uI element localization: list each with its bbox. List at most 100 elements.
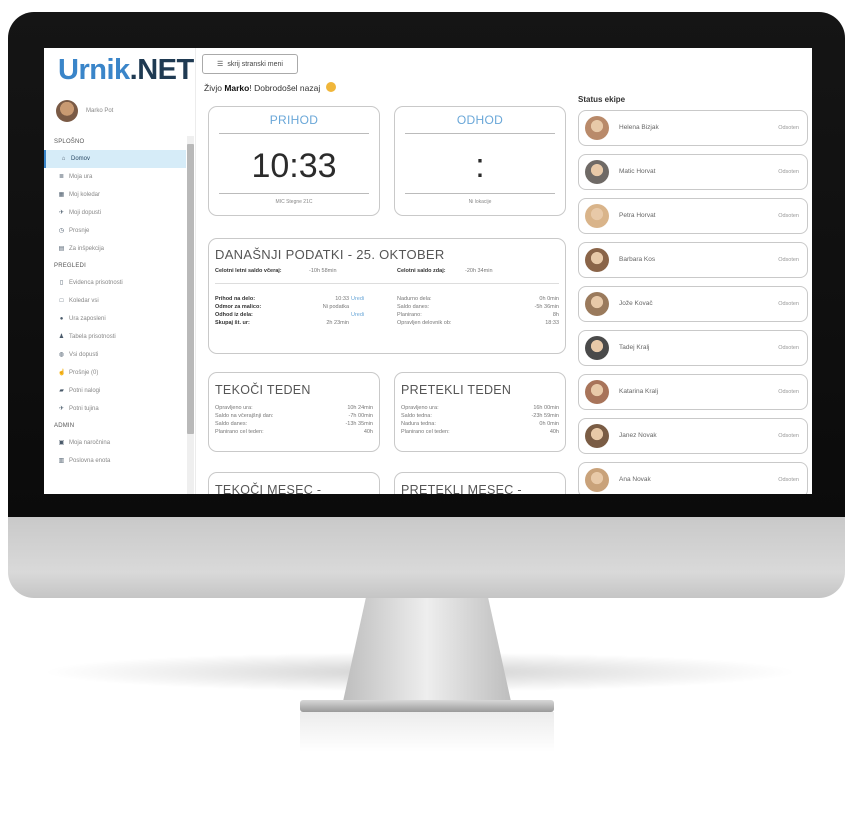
sidebar-item[interactable]: ✈ Moji dopusti <box>44 204 186 222</box>
week-row-label: Saldo danes: <box>215 421 248 427</box>
logo-text-urnik: Urnik <box>58 54 130 86</box>
avatar <box>585 424 609 448</box>
team-member-name: Matic Horvat <box>619 168 656 175</box>
current-week-title: TEKOČI TEDEN <box>215 383 311 397</box>
imac-monitor: Urnik.NET Marko Pot SPLOŠNO ⌂ Domov ≣ Moja u… <box>8 12 845 598</box>
drop-icon: ● <box>59 315 64 322</box>
team-member-name: Barbara Kos <box>619 256 656 263</box>
avatar <box>585 116 609 140</box>
sidebar-item[interactable]: ▥ Poslovna enota <box>44 452 186 470</box>
stand-reflection <box>300 712 554 752</box>
sidebar-item-label: Potni nalogi <box>69 388 101 394</box>
sidebar-item[interactable]: ⌂ Domov <box>44 150 186 168</box>
week-row-value: 10h 24min <box>347 405 373 411</box>
divider <box>215 283 559 284</box>
team-member-card[interactable]: Petra Horvat Odsoten <box>578 198 808 234</box>
avatar <box>585 468 609 492</box>
last-month-card: PRETEKLI MESEC - <box>394 472 566 494</box>
clock-icon: ◷ <box>58 227 65 234</box>
divider <box>219 193 369 194</box>
sidebar-item[interactable]: ▣ Moja naročnina <box>44 434 186 452</box>
sidebar-item[interactable]: ≣ Moja ura <box>44 168 186 186</box>
team-member-card[interactable]: Helena Bizjak Odsoten <box>578 110 808 146</box>
clock-in-card[interactable]: PRIHOD 10:33 MIC Stegne 21C <box>208 106 380 216</box>
user-profile[interactable]: Marko Pot <box>56 100 113 122</box>
today-data-card: DANAŠNJI PODATKI - 25. OKTOBER Celotni l… <box>208 238 566 354</box>
today-row-label: Opravljen delovnik ob: <box>397 320 452 326</box>
week-row-label: Planirano cel teden: <box>215 429 264 435</box>
avatar <box>585 380 609 404</box>
sidebar-scrollbar[interactable] <box>187 136 194 494</box>
clock-out-card[interactable]: ODHOD : Ni lokacije <box>394 106 566 216</box>
avatar <box>585 248 609 272</box>
edit-link[interactable]: Uredi <box>351 312 364 318</box>
current-week-card: TEKOČI TEDEN Opravljeno ura: 10h 24min Sal… <box>208 372 380 452</box>
sidebar: Urnik.NET Marko Pot SPLOŠNO ⌂ Domov ≣ Moja u… <box>44 48 196 494</box>
team-member-card[interactable]: Janez Novak Odsoten <box>578 418 808 454</box>
today-row-value: Ni podatka <box>322 304 349 310</box>
sidebar-item-label: Moj koledar <box>69 192 101 198</box>
sidebar-item-label: Za inšpekcija <box>69 246 105 252</box>
sidebar-item[interactable]: ☝ Prošnje (0) <box>44 364 186 382</box>
sidebar-item-label: Moji dopusti <box>69 210 102 216</box>
last-month-title: PRETEKLI MESEC - <box>401 483 522 494</box>
clock-out-location: Ni lokacije <box>468 199 492 205</box>
week-row-label: Opravljeno ura: <box>215 405 253 411</box>
clock-in-location: MIC Stegne 21C <box>275 199 313 205</box>
sidebar-item[interactable]: ● Ura zaposleni <box>44 310 186 328</box>
clock-in-time: 10:33 <box>251 147 337 185</box>
sidebar-item[interactable]: ♟ Tabela prisotnosti <box>44 328 186 346</box>
thumb-icon: ☝ <box>58 369 66 376</box>
status-badge: Odsoten <box>778 389 799 395</box>
week-row-value: 40h <box>549 429 559 435</box>
monitor-stand-base <box>300 700 554 712</box>
greeting-name: Marko <box>224 83 250 93</box>
last-week-card: PRETEKLI TEDEN Opravljeno ura: 16h 00min S… <box>394 372 566 452</box>
sidebar-item[interactable]: ▰ Potni nalogi <box>44 382 186 400</box>
plane-icon: ✈ <box>58 405 65 412</box>
divider <box>405 193 555 194</box>
edit-link[interactable]: Uredi <box>351 296 364 302</box>
saldo-now-label: Celotni saldo zdaj: <box>397 268 446 274</box>
team-member-card[interactable]: Ana Novak Odsoten <box>578 462 808 494</box>
team-member-card[interactable]: Tadej Kralj Odsoten <box>578 330 808 366</box>
sidebar-item[interactable]: ◷ Prosnje <box>44 222 186 240</box>
week-row-label: Saldo tedna: <box>401 413 432 419</box>
sidebar-item[interactable]: ✈ Potni tujina <box>44 400 186 418</box>
sidebar-item[interactable]: ▤ Za inšpekcija <box>44 240 186 258</box>
team-member-card[interactable]: Barbara Kos Odsoten <box>578 242 808 278</box>
team-member-card[interactable]: Matic Horvat Odsoten <box>578 154 808 190</box>
monitor-stand <box>342 598 512 706</box>
team-member-name: Janez Novak <box>619 432 657 439</box>
toggle-sidebar-button[interactable]: ☰ skrij stranski meni <box>202 54 298 74</box>
today-row-label: Skupaj št. ur: <box>215 320 250 326</box>
greeting: Živjo Marko! Dobrodošel nazaj <box>204 82 336 93</box>
sidebar-item[interactable]: ▦ Moj koledar <box>44 186 186 204</box>
week-row-value: -13h 35min <box>345 421 373 427</box>
sidebar-item-label: Tabela prisotnosti <box>69 334 116 340</box>
today-row-value: 0h 0min <box>539 296 559 302</box>
today-row-value: 18:33 <box>545 320 559 326</box>
last-week-title: PRETEKLI TEDEN <box>401 383 512 397</box>
team-member-card[interactable]: Katarina Kralj Odsoten <box>578 374 808 410</box>
sidebar-item[interactable]: ▯ Evidenca prisotnosti <box>44 274 186 292</box>
today-row-label: Planirano: <box>397 312 422 318</box>
car-icon: ▰ <box>59 387 64 394</box>
current-month-card: TEKOČI MESEC - <box>208 472 380 494</box>
clock-out-title: ODHOD <box>456 113 504 127</box>
team-member-card[interactable]: Jože Kovač Odsoten <box>578 286 808 322</box>
today-row-label: Saldo danes: <box>397 304 430 310</box>
sidebar-item-label: Prosnje <box>69 228 90 234</box>
status-badge: Odsoten <box>778 301 799 307</box>
sidebar-item[interactable]: □ Koledar vsi <box>44 292 186 310</box>
scrollbar-thumb[interactable] <box>187 144 194 434</box>
app-logo[interactable]: Urnik.NET <box>58 54 194 87</box>
sidebar-item-label: Evidenca prisotnosti <box>69 280 123 286</box>
saldo-yesterday-label: Celotni letni saldo včeraj: <box>215 268 282 274</box>
greeting-suffix: ! Dobrodošel nazaj <box>249 83 321 93</box>
status-badge: Odsoten <box>778 257 799 263</box>
sidebar-item[interactable]: ◍ Vsi dopusti <box>44 346 186 364</box>
today-row-label: Odmor za malico: <box>215 304 262 310</box>
profile-name: Marko Pot <box>86 108 114 114</box>
sidebar-section-title: ADMIN <box>54 423 75 429</box>
